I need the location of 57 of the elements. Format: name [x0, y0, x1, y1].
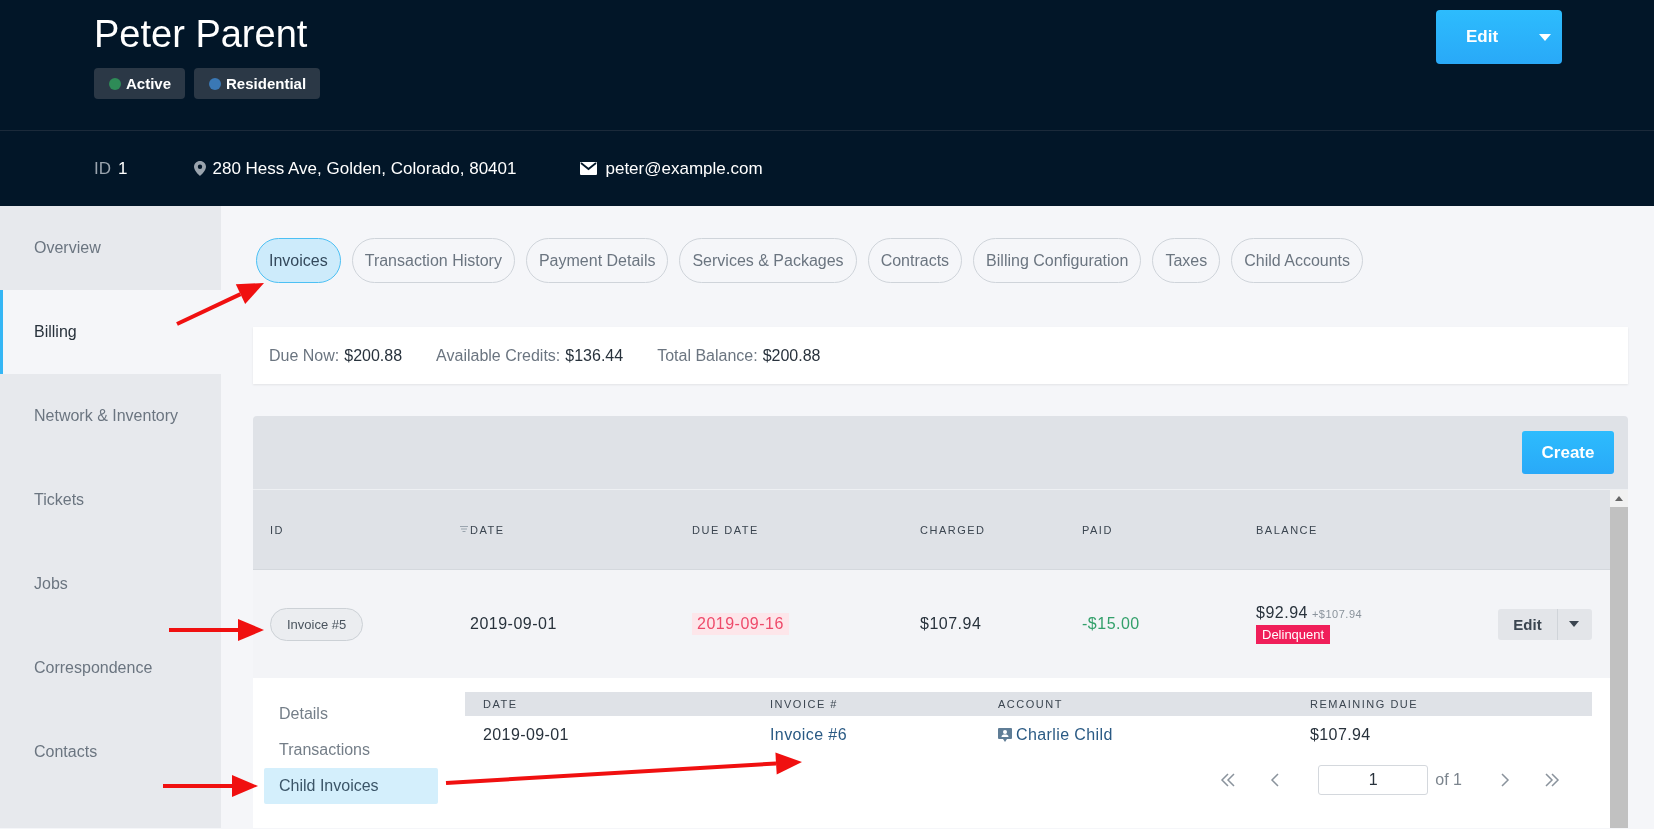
table-cell-text: -$15.00 — [1082, 615, 1141, 633]
sidebar-item[interactable]: Correspondence — [0, 626, 221, 710]
balance-note: +$107.94 — [1311, 608, 1363, 620]
tab[interactable]: Invoices — [256, 238, 341, 283]
summary-label: Total Balance: — [657, 346, 758, 364]
due-date-cell: 2019-09-16 — [692, 613, 789, 635]
column-header: DATE — [483, 698, 519, 710]
invoice-id-link[interactable]: Invoice #5 — [270, 607, 364, 641]
column-header: REMAINING DUE — [1310, 698, 1420, 710]
column-header[interactable]: ID — [270, 523, 284, 536]
page-input[interactable]: 1 — [1318, 765, 1429, 795]
column-header[interactable]: CHARGED — [920, 523, 986, 536]
sidebar-item[interactable]: Overview — [0, 206, 221, 290]
envelope-icon — [580, 162, 598, 175]
summary-label: Available Credits: — [436, 346, 561, 364]
scroll-up-icon[interactable] — [1615, 496, 1623, 501]
location-pin-icon — [194, 161, 207, 176]
email-text: peter@example.com — [605, 158, 763, 179]
id-label: ID — [94, 158, 111, 179]
detail-menu-item[interactable]: Transactions — [264, 732, 438, 768]
sidebar-item[interactable]: Network & Inventory — [0, 374, 221, 458]
column-header: INVOICE # — [770, 698, 839, 710]
column-header[interactable]: DUE DATE — [692, 523, 759, 536]
status-badge: Residential — [194, 68, 321, 99]
customer-name: Peter Parent — [94, 12, 309, 56]
table-cell-text: $107.94 — [920, 615, 983, 633]
sidebar-item[interactable]: Jobs — [0, 542, 221, 626]
detail-menu-item[interactable]: Details — [264, 696, 438, 732]
sidebar-item[interactable]: Billing — [0, 290, 221, 374]
summary-value: $200.88 — [762, 346, 821, 364]
balance-amount: $92.94 — [1256, 604, 1308, 621]
create-button[interactable]: Create — [1522, 431, 1614, 474]
id-value: 1 — [118, 158, 128, 179]
summary-value: $200.88 — [344, 346, 403, 364]
table-cell-text: 2019-09-01 — [470, 615, 558, 633]
invoice-link[interactable]: Invoice #6 — [770, 726, 998, 744]
address-text: 280 Hess Ave, Golden, Colorado, 80401 — [212, 158, 517, 179]
status-badge: Active — [94, 68, 186, 99]
column-header: ACCOUNT — [998, 698, 1064, 710]
table-cell-text: $107.94 — [1310, 726, 1372, 744]
caret-icon — [1569, 621, 1579, 627]
account-icon — [998, 728, 1012, 742]
page-count: of 1 — [1435, 771, 1462, 789]
column-header[interactable]: PAID — [1082, 523, 1113, 536]
column-header[interactable]: DATE — [470, 523, 505, 536]
scrollbar[interactable] — [1610, 490, 1628, 828]
detail-menu-item[interactable]: Child Invoices — [264, 768, 438, 804]
column-header[interactable]: BALANCE — [1256, 523, 1318, 536]
table-cell-text: 2019-09-01 — [483, 726, 570, 744]
caret-icon — [1539, 33, 1551, 41]
sidebar-item[interactable]: Tickets — [0, 458, 221, 542]
delinquent-badge: Delinquent — [1256, 625, 1331, 644]
summary-value: $136.44 — [565, 346, 624, 364]
sort-icon[interactable] — [460, 526, 468, 533]
account-link[interactable]: Charlie Child — [1016, 726, 1113, 744]
sidebar-item[interactable]: Contacts — [0, 710, 221, 794]
summary-label: Due Now: — [269, 346, 340, 364]
